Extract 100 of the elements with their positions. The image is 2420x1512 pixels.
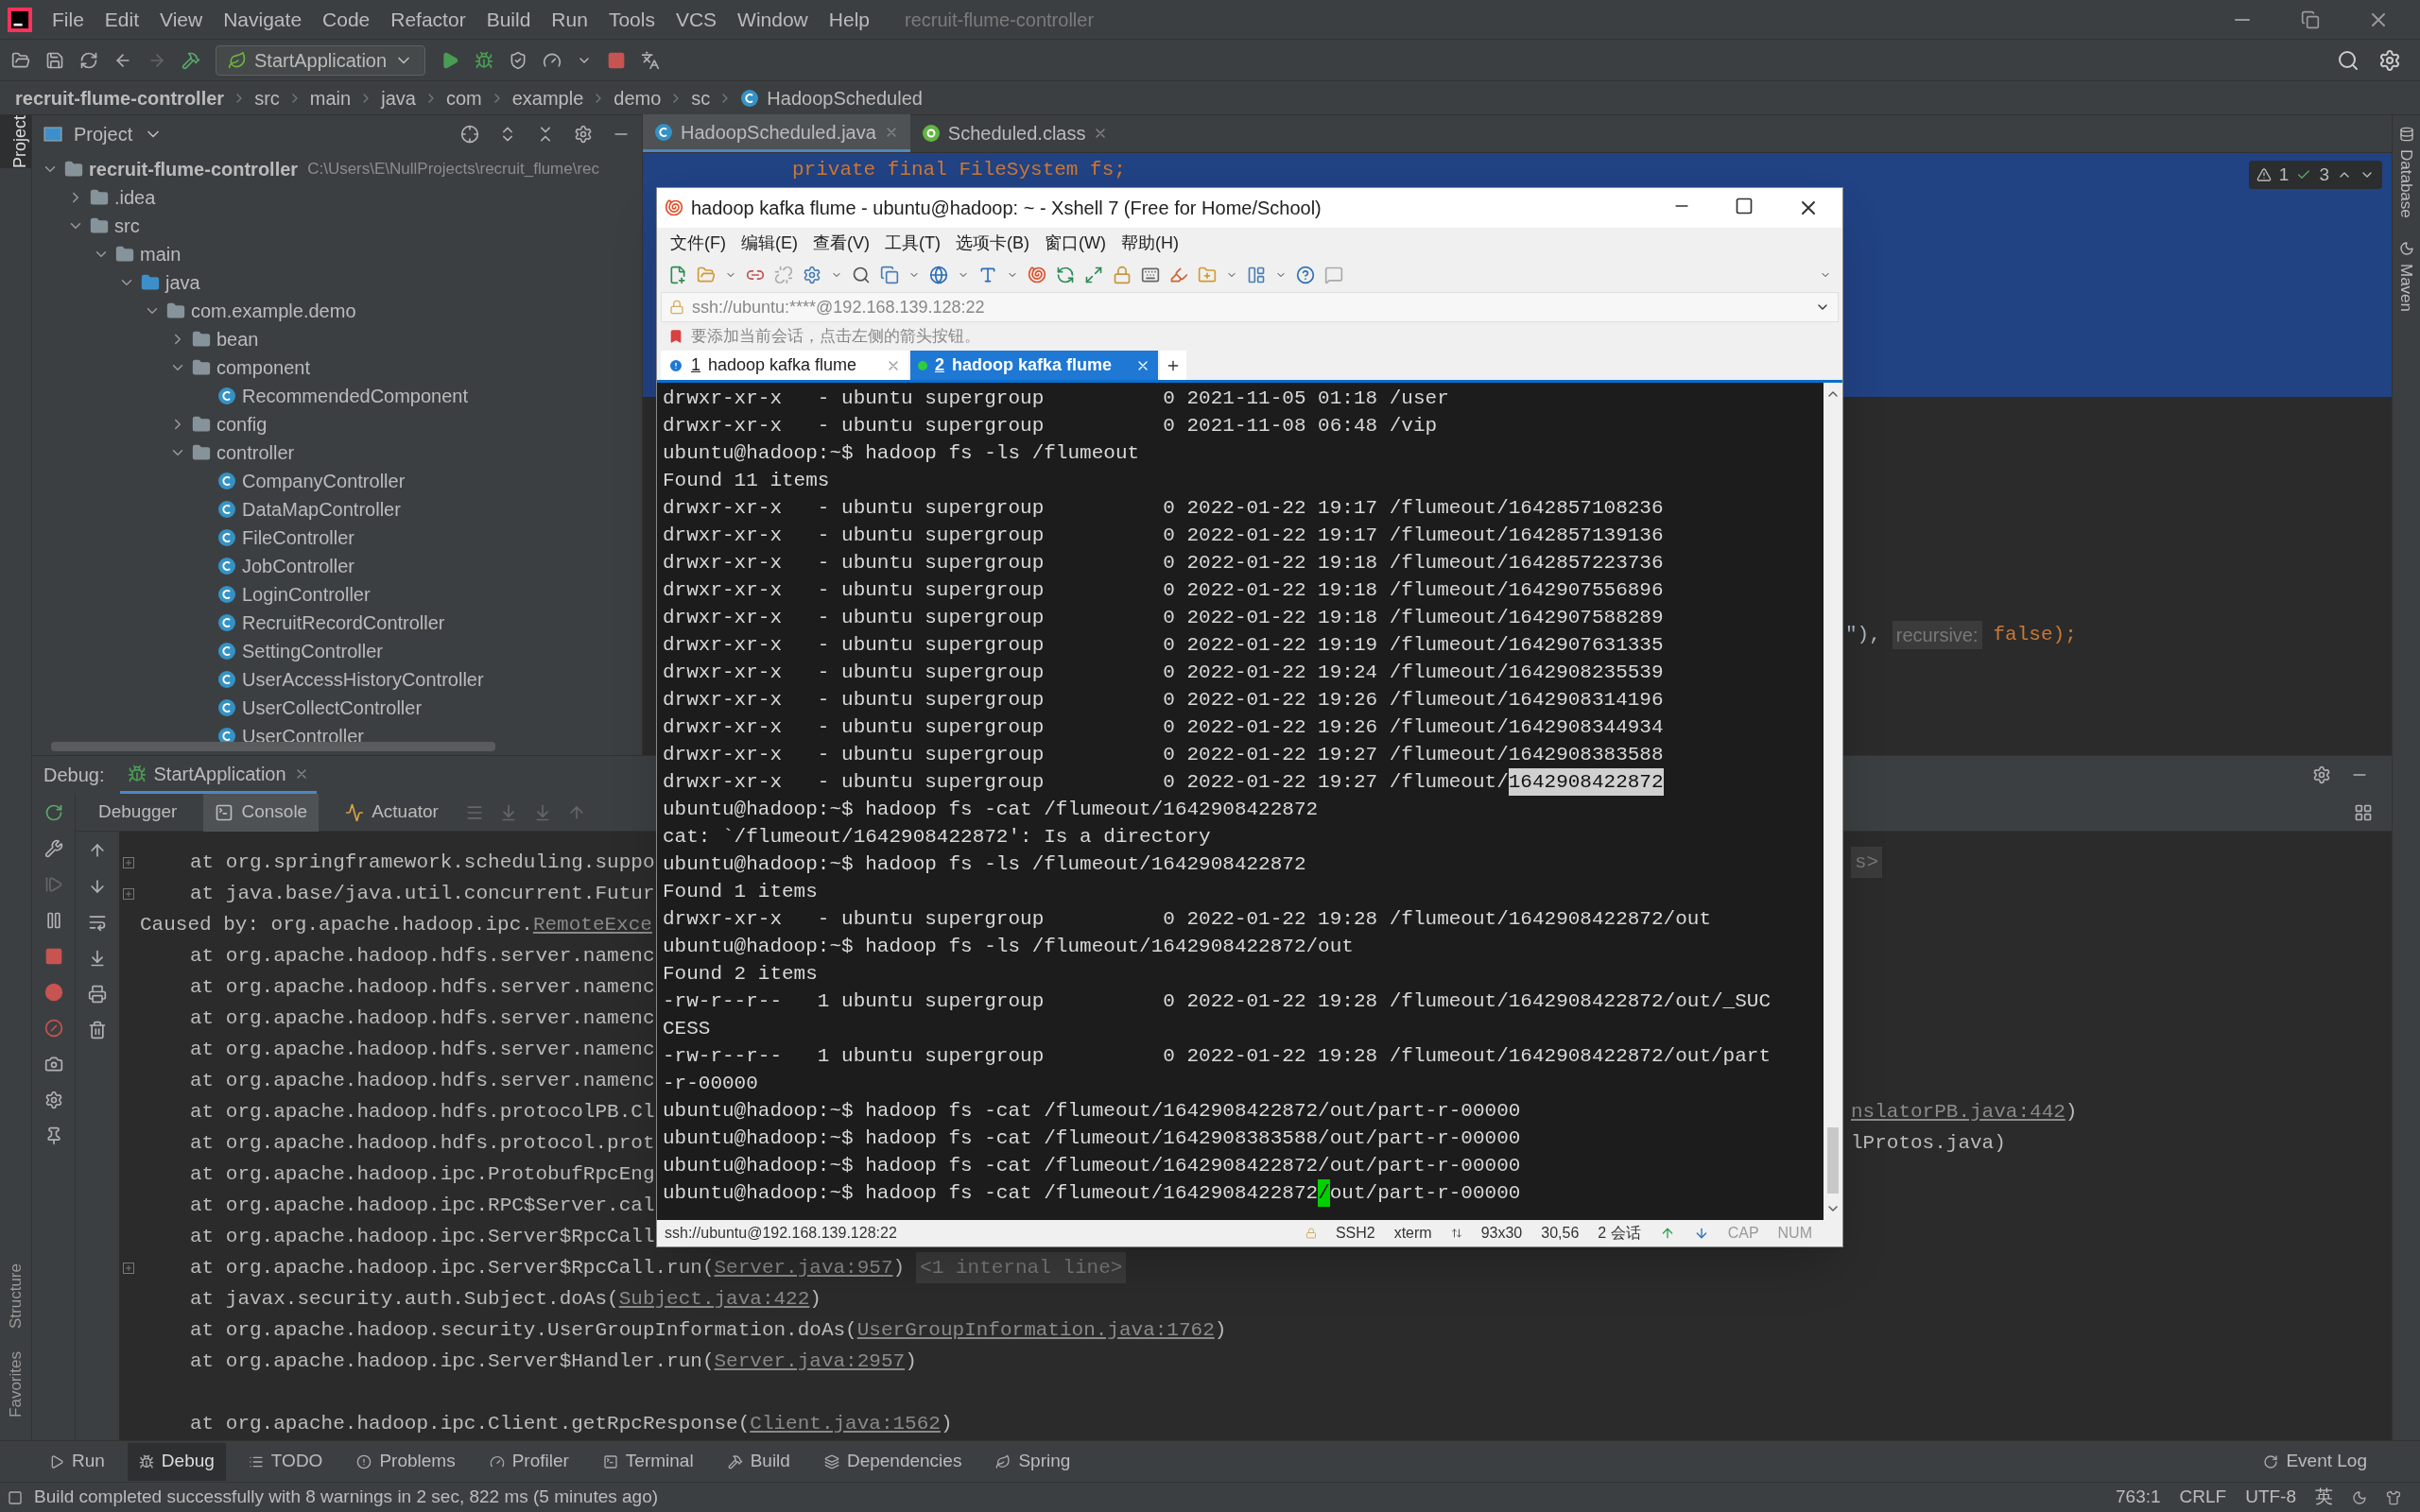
- moon-icon[interactable]: [2352, 1489, 2367, 1505]
- settings-icon[interactable]: [574, 125, 593, 144]
- transfer-icon[interactable]: [1056, 266, 1075, 284]
- resume-icon[interactable]: [43, 875, 63, 894]
- link[interactable]: Subject.java:422: [618, 1288, 810, 1310]
- tree-item[interactable]: DataMapController: [32, 495, 642, 524]
- new-file-icon[interactable]: [668, 266, 687, 284]
- print-icon[interactable]: [88, 985, 107, 1004]
- breadcrumb-item[interactable]: example: [511, 83, 584, 112]
- breakpoints-icon[interactable]: [43, 983, 63, 1002]
- tree-item[interactable]: RecruitRecordController: [32, 609, 642, 637]
- trash-icon[interactable]: [88, 1021, 107, 1040]
- font-icon[interactable]: [978, 266, 997, 284]
- shell-icon[interactable]: [1028, 266, 1046, 284]
- menu-item[interactable]: Code: [314, 4, 379, 35]
- run-icon[interactable]: [441, 50, 460, 70]
- menu-item[interactable]: 选项卡(B): [949, 230, 1035, 256]
- translate-icon[interactable]: [641, 50, 661, 70]
- menu-item[interactable]: Window: [729, 4, 817, 35]
- mute-icon[interactable]: [43, 1019, 63, 1038]
- tool-tab[interactable]: Profiler: [477, 1442, 580, 1481]
- panel-tab[interactable]: Debugger: [87, 793, 189, 832]
- menu-item[interactable]: Help: [820, 4, 878, 35]
- tree-item[interactable]: UserCollectController: [32, 694, 642, 722]
- side-tab[interactable]: Database: [2394, 149, 2419, 218]
- tree-item[interactable]: com.example.demo: [32, 297, 642, 325]
- help-icon[interactable]: [1296, 266, 1315, 284]
- shirt-icon[interactable]: [2386, 1489, 2401, 1505]
- breadcrumb-item[interactable]: java: [381, 83, 416, 112]
- side-tab[interactable]: Structure: [3, 1263, 28, 1330]
- tool-tab[interactable]: Run: [38, 1442, 116, 1481]
- layout-icon[interactable]: [1247, 266, 1266, 284]
- panel-title[interactable]: Project: [74, 120, 133, 148]
- menu-item[interactable]: Run: [543, 4, 596, 35]
- highlighter-icon[interactable]: [1169, 266, 1188, 284]
- tree-item[interactable]: controller: [32, 438, 642, 467]
- search-icon[interactable]: [2337, 48, 2360, 72]
- tree-item[interactable]: JobController: [32, 552, 642, 580]
- folder-plus-icon[interactable]: [1198, 266, 1217, 284]
- event-log-button[interactable]: Event Log: [2263, 1448, 2382, 1475]
- menu-item[interactable]: 查看(V): [807, 230, 875, 256]
- breadcrumb-item[interactable]: src: [254, 83, 280, 112]
- tree-item[interactable]: src: [32, 212, 642, 240]
- database-icon[interactable]: [2398, 127, 2414, 142]
- breadcrumb-item[interactable]: com: [445, 83, 482, 112]
- tree-item[interactable]: bean: [32, 325, 642, 353]
- open-folder-icon[interactable]: [11, 50, 30, 70]
- fold-icon[interactable]: [123, 1262, 134, 1274]
- search-icon[interactable]: [852, 266, 871, 284]
- session-tab[interactable]: 1 hadoop kafka flume: [661, 351, 908, 380]
- menu-item[interactable]: VCS: [666, 4, 726, 35]
- tree-item[interactable]: CompanyController: [32, 467, 642, 495]
- encoding[interactable]: UTF-8: [2245, 1484, 2296, 1511]
- side-tab[interactable]: Favorites: [3, 1351, 28, 1418]
- scrollbar[interactable]: [1824, 383, 1842, 1220]
- link[interactable]: RemoteExce: [532, 914, 652, 936]
- editor-tab[interactable]: Scheduled.class: [909, 114, 1120, 152]
- wrap-icon[interactable]: [88, 913, 107, 932]
- save-icon[interactable]: [45, 50, 64, 70]
- ime-indicator[interactable]: 英: [2315, 1484, 2333, 1511]
- new-tab-button[interactable]: [1160, 351, 1186, 380]
- fold-icon[interactable]: [123, 856, 134, 868]
- layout-icon[interactable]: [2354, 802, 2373, 822]
- link[interactable]: UserGroupInformation.java:1762: [856, 1319, 1215, 1341]
- address-field[interactable]: ssh://ubuntu:****@192.168.139.128:22: [661, 292, 1839, 322]
- link[interactable]: Client.java:1562: [750, 1413, 941, 1435]
- side-tab[interactable]: Maven: [2394, 263, 2419, 312]
- panel-toggle-icon[interactable]: [8, 1489, 23, 1505]
- restore-icon[interactable]: [2301, 9, 2320, 29]
- bookmark-icon[interactable]: [668, 329, 683, 344]
- stop-icon[interactable]: [43, 947, 63, 966]
- settings-icon[interactable]: [2312, 765, 2331, 784]
- menu-item[interactable]: 帮助(H): [1115, 230, 1184, 256]
- breadcrumb-item[interactable]: demo: [614, 83, 662, 112]
- breadcrumb-item[interactable]: sc: [691, 83, 711, 112]
- menu-item[interactable]: 文件(F): [665, 230, 732, 256]
- tree-item[interactable]: component: [32, 353, 642, 382]
- tree-item[interactable]: SettingController: [32, 637, 642, 665]
- stop-icon[interactable]: [607, 50, 627, 70]
- cursor-position[interactable]: 763:1: [2116, 1484, 2161, 1511]
- menu-item[interactable]: File: [43, 4, 93, 35]
- tree-item[interactable]: LoginController: [32, 580, 642, 609]
- tool-tab[interactable]: Build: [716, 1442, 802, 1481]
- settings-icon[interactable]: [803, 266, 821, 284]
- menu-item[interactable]: Build: [477, 4, 540, 35]
- maximize-icon[interactable]: [1735, 197, 1754, 215]
- scroll-end-icon[interactable]: [88, 949, 107, 968]
- panel-tab[interactable]: Console: [203, 793, 320, 832]
- scrollbar-thumb[interactable]: [1827, 1127, 1839, 1194]
- wrench-icon[interactable]: [43, 839, 63, 858]
- tool-tab[interactable]: Spring: [984, 1442, 1082, 1481]
- tree-item[interactable]: java: [32, 268, 642, 297]
- bug-icon[interactable]: [475, 50, 494, 70]
- breadcrumb-item[interactable]: HadoopScheduled: [767, 83, 923, 112]
- breadcrumb-item[interactable]: recruit-flume-controller: [15, 83, 225, 112]
- side-tab[interactable]: Project: [0, 115, 31, 169]
- tool-tab[interactable]: Dependencies: [812, 1442, 974, 1481]
- locate-icon[interactable]: [460, 125, 479, 144]
- tool-tab[interactable]: Debug: [127, 1442, 226, 1481]
- camera-icon[interactable]: [43, 1055, 63, 1074]
